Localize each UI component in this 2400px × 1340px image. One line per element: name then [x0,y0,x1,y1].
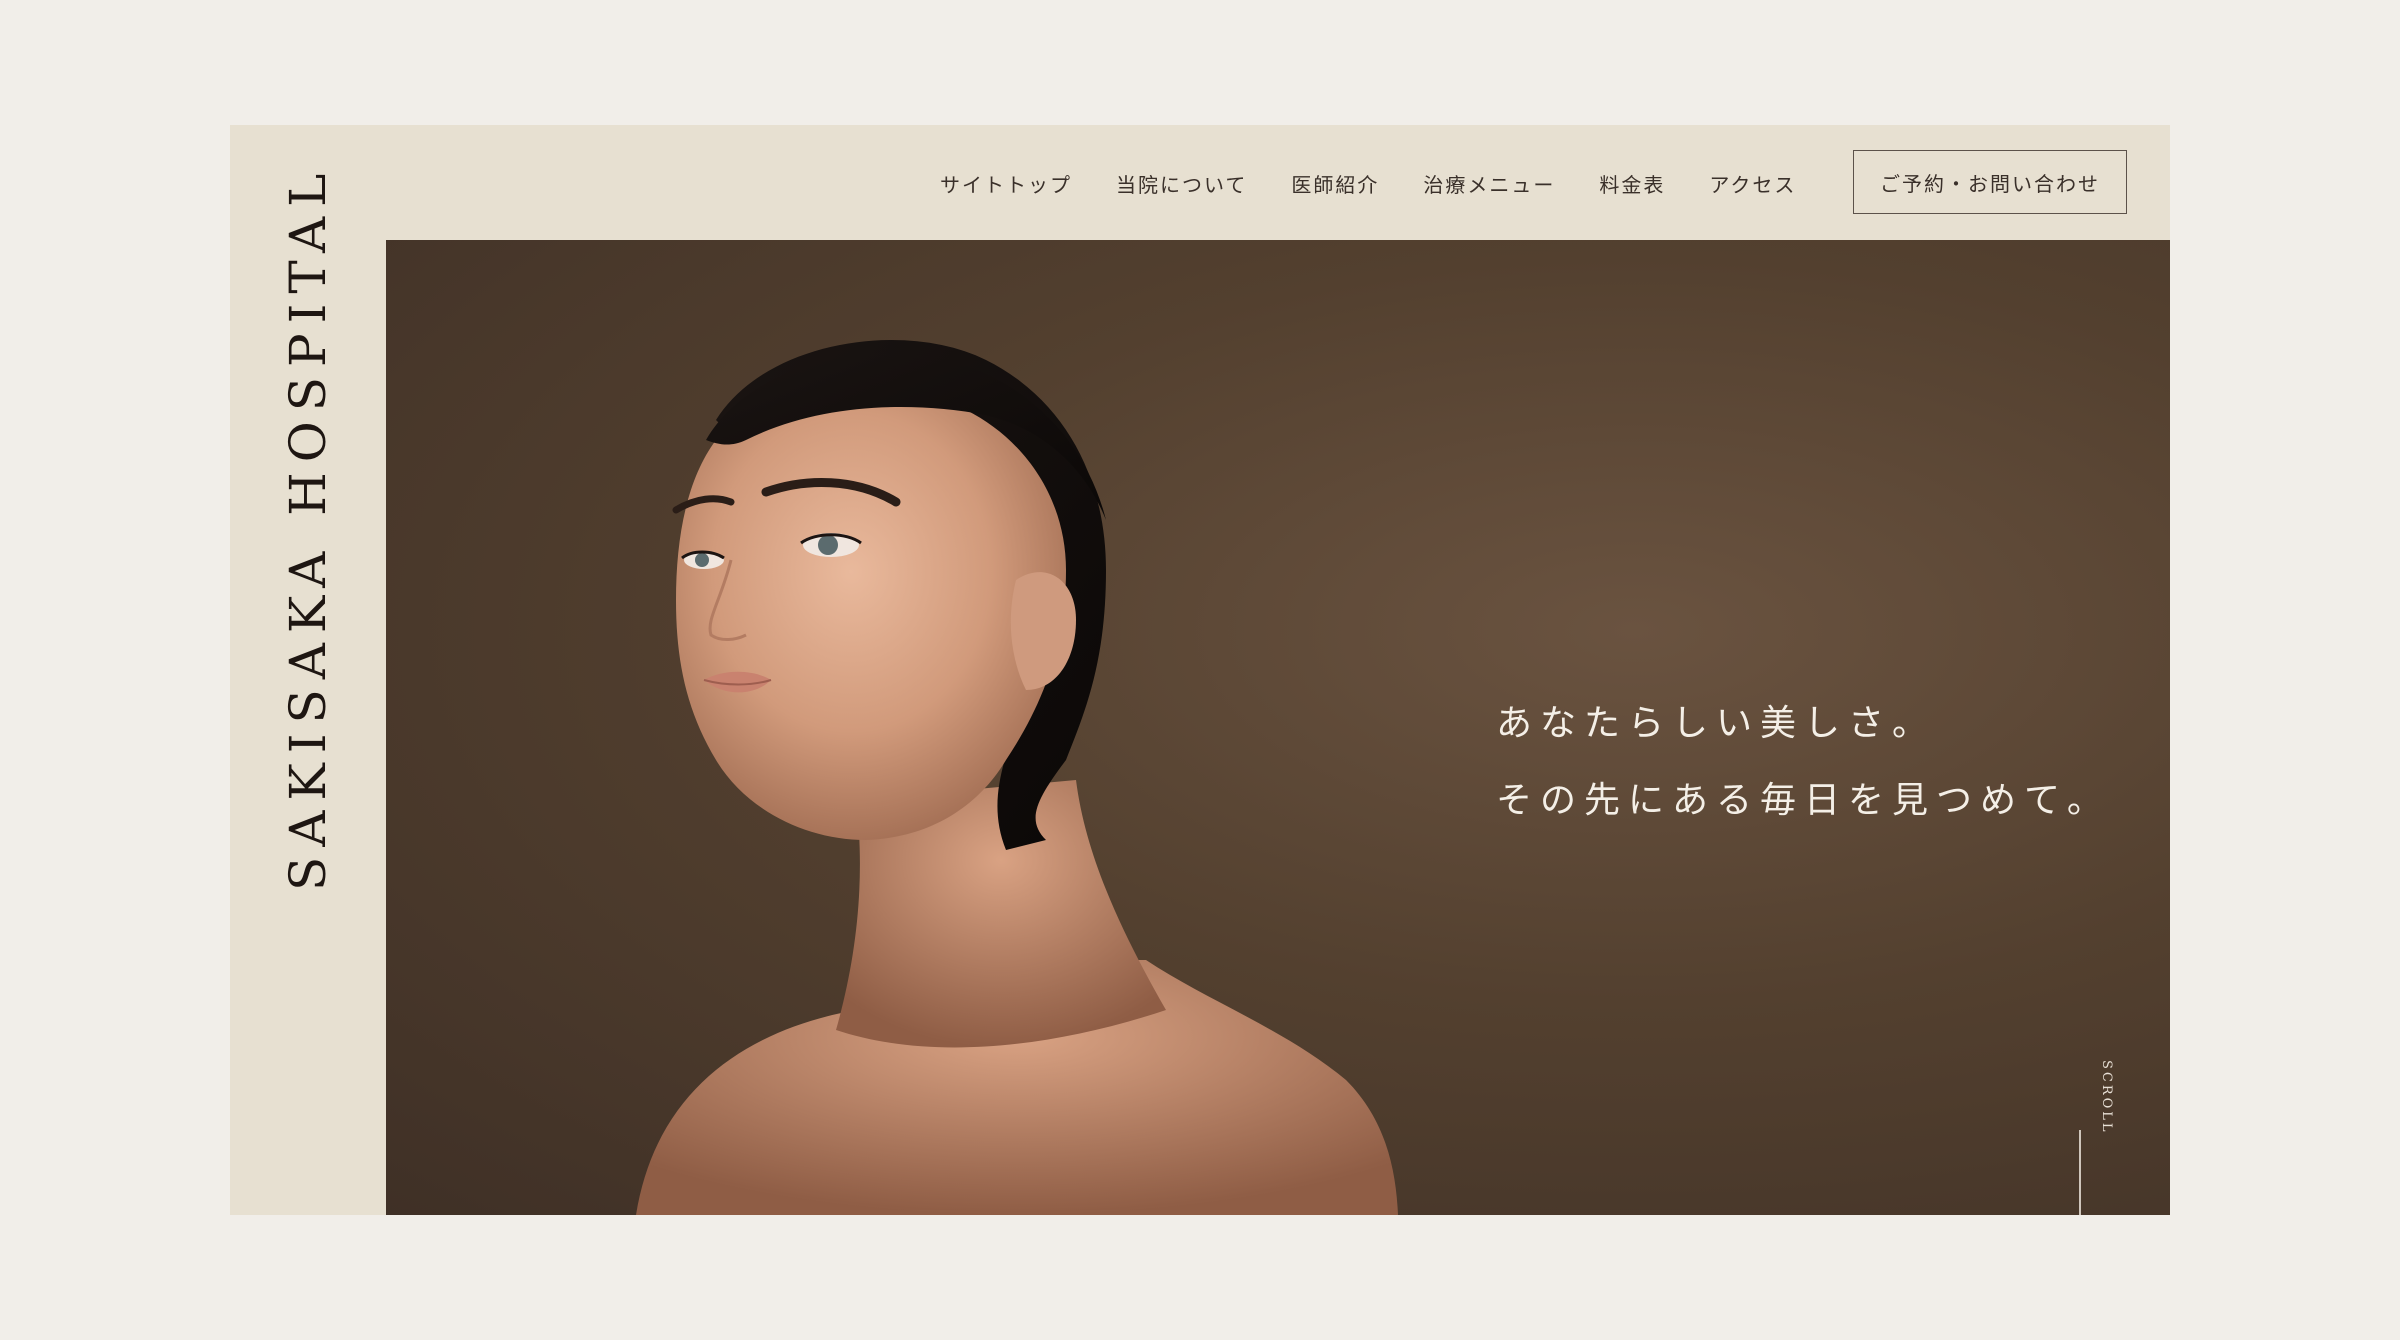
nav-item-pricing[interactable]: 料金表 [1599,169,1665,198]
scroll-indicator[interactable]: SCROLL [2076,1060,2116,1215]
nav-item-about[interactable]: 当院について [1116,169,1247,198]
brand-logo[interactable]: SAKISAKA HOSPITAL [279,129,337,891]
nav-item-access[interactable]: アクセス [1709,169,1796,198]
brand-sidebar: SAKISAKA HOSPITAL [230,125,386,1215]
nav-item-site-top[interactable]: サイトトップ [940,169,1072,198]
scroll-line [2079,1130,2081,1215]
hero-copy-line-1: あなたらしい美しさ。 [1496,703,1937,744]
scroll-label: SCROLL [2099,1060,2114,1135]
nav-item-treatments[interactable]: 治療メニュー [1423,169,1555,198]
main-navigation: サイトトップ 当院について 医師紹介 治療メニュー 料金表 アクセス [940,150,1796,216]
hero-section: あなたらしい美しさ。 その先にある毎日を見つめて。 SCROLL [386,240,2170,1215]
nav-item-doctors[interactable]: 医師紹介 [1291,169,1379,198]
hero-copy: あなたらしい美しさ。 その先にある毎日を見つめて。 [1496,685,2111,839]
reservation-contact-button[interactable]: ご予約・お問い合わせ [1853,150,2127,214]
hero-copy-line-2: その先にある毎日を見つめて。 [1496,780,2111,821]
